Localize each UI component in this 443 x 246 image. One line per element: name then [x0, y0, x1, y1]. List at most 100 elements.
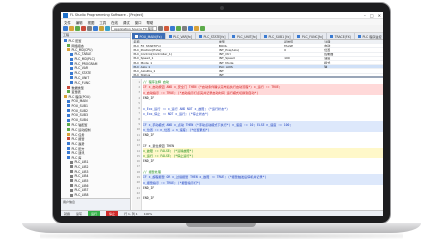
close-button[interactable]: ✕ — [378, 13, 381, 18]
editor-tab[interactable]: PLC_UNIT[fx] — [229, 33, 261, 39]
table-cell — [283, 53, 323, 56]
table-cell: 轴 — [324, 65, 328, 69]
code-editor[interactable]: 1 2 3 4 5 6 7 8 9 10 11 12 13 14 15 16 17 18 19 20 21 22 23 //… — [132, 79, 383, 210]
tree-node-icon — [67, 118, 70, 122]
tree-node-icon — [67, 113, 70, 117]
tree-node-icon — [70, 57, 73, 61]
toolbar-icon[interactable] — [99, 26, 104, 31]
toolbar-icon[interactable] — [87, 26, 92, 31]
tree-node-icon — [70, 170, 73, 174]
toolbar-icon[interactable] — [164, 26, 169, 31]
toolbar-icon[interactable] — [194, 26, 199, 31]
tab-label: PLC_SUB1 [fx] — [268, 34, 291, 39]
tab-label: PLC 程序监控 — [362, 35, 382, 39]
table-cell: PLC_AxisPos_1 — [133, 69, 156, 73]
app-icon — [63, 12, 68, 18]
toolbar-icon[interactable] — [170, 26, 175, 31]
tree-node-icon — [70, 184, 73, 188]
table-cell: 100 — [284, 56, 290, 60]
file-icon — [135, 35, 138, 38]
tree-node-icon — [70, 174, 73, 178]
table-cell: 速度 — [324, 56, 331, 60]
editor-tab[interactable]: TRACE(FX) — [327, 33, 355, 39]
toolbar-icon[interactable] — [75, 26, 80, 31]
editor-tab[interactable]: PLC_VAR[fx] — [166, 33, 196, 39]
tab-label: PLC_VAR[fx] — [173, 34, 192, 39]
tree-node-icon — [67, 127, 70, 131]
status-zoom: 100% — [143, 211, 153, 216]
table-cell: FALSE — [284, 44, 294, 48]
window-titlebar: FL Studio Programming Software - [Projec… — [61, 12, 383, 19]
tree-node-icon — [67, 48, 70, 52]
toolbar-icon[interactable] — [188, 26, 193, 31]
toolbar-icon[interactable] — [158, 26, 163, 31]
tree-item-label: PLC_STATE — [74, 71, 92, 76]
table-cell — [283, 61, 323, 64]
menu-item[interactable]: 工具 — [99, 20, 106, 25]
status-run-badge[interactable]: 运行 — [88, 211, 101, 216]
menu-item[interactable]: 帮助 — [146, 20, 153, 25]
tree-item-label: PLC_LIB6 — [74, 183, 89, 188]
tree-item-label: PLC_LIB4 — [74, 174, 89, 179]
toolbar-icon[interactable] — [69, 26, 74, 31]
menu-item[interactable]: 视图 — [88, 20, 95, 25]
tree-node-icon — [67, 141, 70, 145]
table-cell: PLC_Control(Controller_1) — [133, 52, 172, 56]
toolbar-icon[interactable] — [176, 26, 181, 31]
status-ready: 就绪 — [64, 211, 71, 216]
tree-node-icon — [67, 151, 70, 155]
toolbar-icon[interactable] — [93, 26, 98, 31]
table-cell: 控制器 — [324, 52, 334, 56]
tree-node-icon — [67, 146, 70, 150]
status-stop-badge[interactable]: 停止 — [106, 211, 119, 216]
tree-node-icon — [67, 156, 70, 160]
menu-item[interactable]: 在线 — [111, 20, 118, 25]
table-cell: INT_Pos(Axis) — [218, 48, 239, 52]
laptop-shadow — [40, 233, 403, 239]
tree-item-label: PLC_LIB3 — [74, 169, 89, 174]
editor-tab[interactable]: PLC_FUNC[fx] — [294, 33, 328, 39]
column-header: 名称 — [133, 40, 140, 44]
table-cell: 启动 — [324, 44, 331, 48]
toolbar-icon[interactable] — [81, 26, 86, 31]
editor-tab[interactable]: PLC_STATE[fx] — [196, 33, 230, 39]
laptop-screen: FL Studio Programming Software - [Projec… — [61, 12, 383, 216]
table-row[interactable]: PLC_Status INT — [132, 73, 383, 77]
tree-item-label: PLC_PROGRAM — [74, 61, 98, 66]
tree-item-label: PLC_MD(CPU) — [71, 47, 93, 52]
status-position: 行 1, 列 1 — [124, 211, 138, 216]
camera — [220, 6, 224, 10]
tab-label: PLC_STATE[fx] — [203, 34, 226, 39]
tree-node-icon — [70, 179, 73, 183]
editor-tab[interactable]: POU_MAIN(Fx) — [132, 33, 166, 39]
toolbar-icon[interactable] — [182, 26, 187, 31]
menu-item[interactable]: 编辑 — [76, 20, 83, 25]
toolbar-icon[interactable] — [200, 26, 205, 31]
minimize-button[interactable]: – — [364, 13, 366, 18]
menu-item[interactable]: 窗口 — [135, 20, 142, 25]
tree-item-label: PLC_VAR — [74, 66, 88, 71]
tree-item-label: PLC_TABLE — [74, 52, 92, 57]
table-cell: INT_Speed — [218, 56, 235, 60]
maximize-button[interactable]: □ — [370, 13, 374, 18]
tab-label: PLC_FUNC[fx] — [301, 34, 324, 39]
menu-item[interactable]: 文件 — [64, 20, 71, 25]
table-cell — [283, 74, 323, 77]
column-header: 类型 — [218, 40, 225, 44]
toolbar-icon[interactable] — [105, 26, 110, 31]
file-icon — [198, 35, 202, 38]
table-cell: 模式 — [324, 60, 331, 65]
tree-node-icon — [67, 85, 70, 89]
toolbar-icon[interactable] — [63, 26, 68, 31]
program-combo[interactable]: Application Source FX 程序 — [111, 26, 157, 31]
menu-item[interactable]: 调试 — [123, 20, 130, 25]
table-cell: PLC_FX_START(Fx) — [133, 44, 161, 48]
variable-table: 名称 类型 初始值 注释 PLC_FX_START(Fx) BOOL FALSE 启动 PLC_… — [132, 40, 383, 78]
editor-tab[interactable]: PLC 程序监控 — [355, 33, 383, 39]
table-cell: INT — [218, 73, 224, 77]
file-icon — [168, 35, 172, 38]
table-cell: PLC_Mode_1 — [133, 60, 153, 65]
tab-label: PLC_UNIT[fx] — [236, 34, 257, 39]
file-icon — [297, 35, 301, 38]
editor-tab[interactable]: PLC_SUB1 [fx] — [261, 33, 295, 39]
